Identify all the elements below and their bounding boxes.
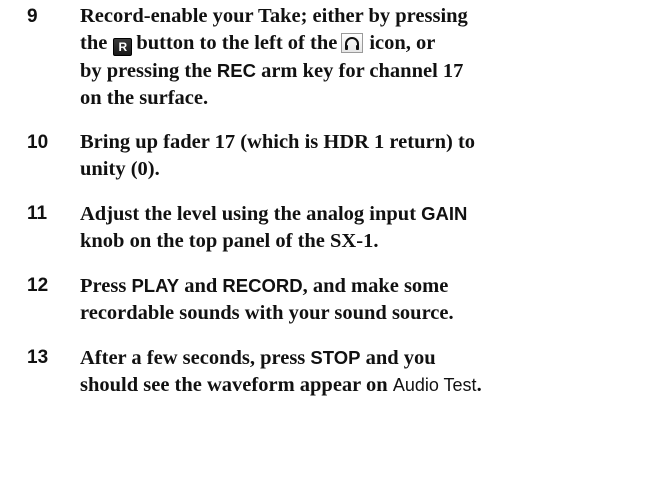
step-number: 13 xyxy=(27,347,49,368)
step-text: Record-enable your Take; either by press… xyxy=(80,5,468,27)
step-text: knob on the top panel of the SX-1. xyxy=(80,230,379,252)
step-line: recordable sounds with your sound source… xyxy=(80,300,642,327)
step-text: recordable sounds with your sound source… xyxy=(80,302,454,324)
step-text: icon, or xyxy=(369,32,436,54)
step-line: Bring up fader 17 (which is HDR 1 return… xyxy=(80,129,642,156)
step-line: by pressing the REC arm key for channel … xyxy=(80,57,642,85)
step-text: unity (0). xyxy=(80,158,160,180)
step-line: the Rbutton to the left of the icon, or xyxy=(80,30,642,57)
play-key-label: PLAY xyxy=(131,275,180,296)
step-line: Record-enable your Take; either by press… xyxy=(80,3,642,30)
step-text: on the surface. xyxy=(80,87,209,109)
step-text: by pressing the xyxy=(80,60,212,82)
step-12: 12 Press PLAY and RECORD, and make some … xyxy=(27,272,642,327)
step-line: knob on the top panel of the SX-1. xyxy=(80,228,642,255)
step-line: on the surface. xyxy=(80,85,642,112)
step-10: 10 Bring up fader 17 (which is HDR 1 ret… xyxy=(27,129,642,183)
step-text: arm key for channel 17 xyxy=(261,60,464,82)
step-text: Adjust the level using the analog input xyxy=(80,203,417,225)
step-number: 12 xyxy=(27,275,49,296)
step-line: Press PLAY and RECORD, and make some xyxy=(80,272,642,300)
step-line: unity (0). xyxy=(80,156,642,183)
step-11: 11 Adjust the level using the analog inp… xyxy=(27,200,642,255)
step-text: After a few seconds, press xyxy=(80,347,306,369)
record-key-label: RECORD xyxy=(222,275,303,296)
step-line: After a few seconds, press STOP and you xyxy=(80,344,642,372)
step-text: button to the left of the xyxy=(136,32,338,54)
step-text: and you xyxy=(365,347,436,369)
step-text: , and make some xyxy=(302,275,449,297)
step-text: the xyxy=(80,32,108,54)
gain-knob-label: GAIN xyxy=(421,203,468,224)
step-line: Adjust the level using the analog input … xyxy=(80,200,642,228)
stop-key-label: STOP xyxy=(310,347,361,368)
step-13: 13 After a few seconds, press STOP and y… xyxy=(27,344,642,399)
step-number: 9 xyxy=(27,6,38,27)
headphone-icon xyxy=(341,33,364,53)
step-text: Press xyxy=(80,275,127,297)
rec-key-label: REC xyxy=(216,60,256,81)
audio-test-label: Audio Test xyxy=(392,375,477,395)
step-text: should see the waveform appear on xyxy=(80,374,388,396)
step-text: and xyxy=(184,275,218,297)
step-number: 11 xyxy=(27,203,48,224)
step-9: 9 Record-enable your Take; either by pre… xyxy=(27,3,642,112)
record-enable-button: R xyxy=(113,38,133,56)
step-number: 10 xyxy=(27,132,49,153)
step-text: Bring up fader 17 (which is HDR 1 return… xyxy=(80,131,476,153)
step-list: 9 Record-enable your Take; either by pre… xyxy=(27,3,642,399)
step-line: should see the waveform appear on Audio … xyxy=(80,372,642,399)
step-text: . xyxy=(476,374,482,396)
